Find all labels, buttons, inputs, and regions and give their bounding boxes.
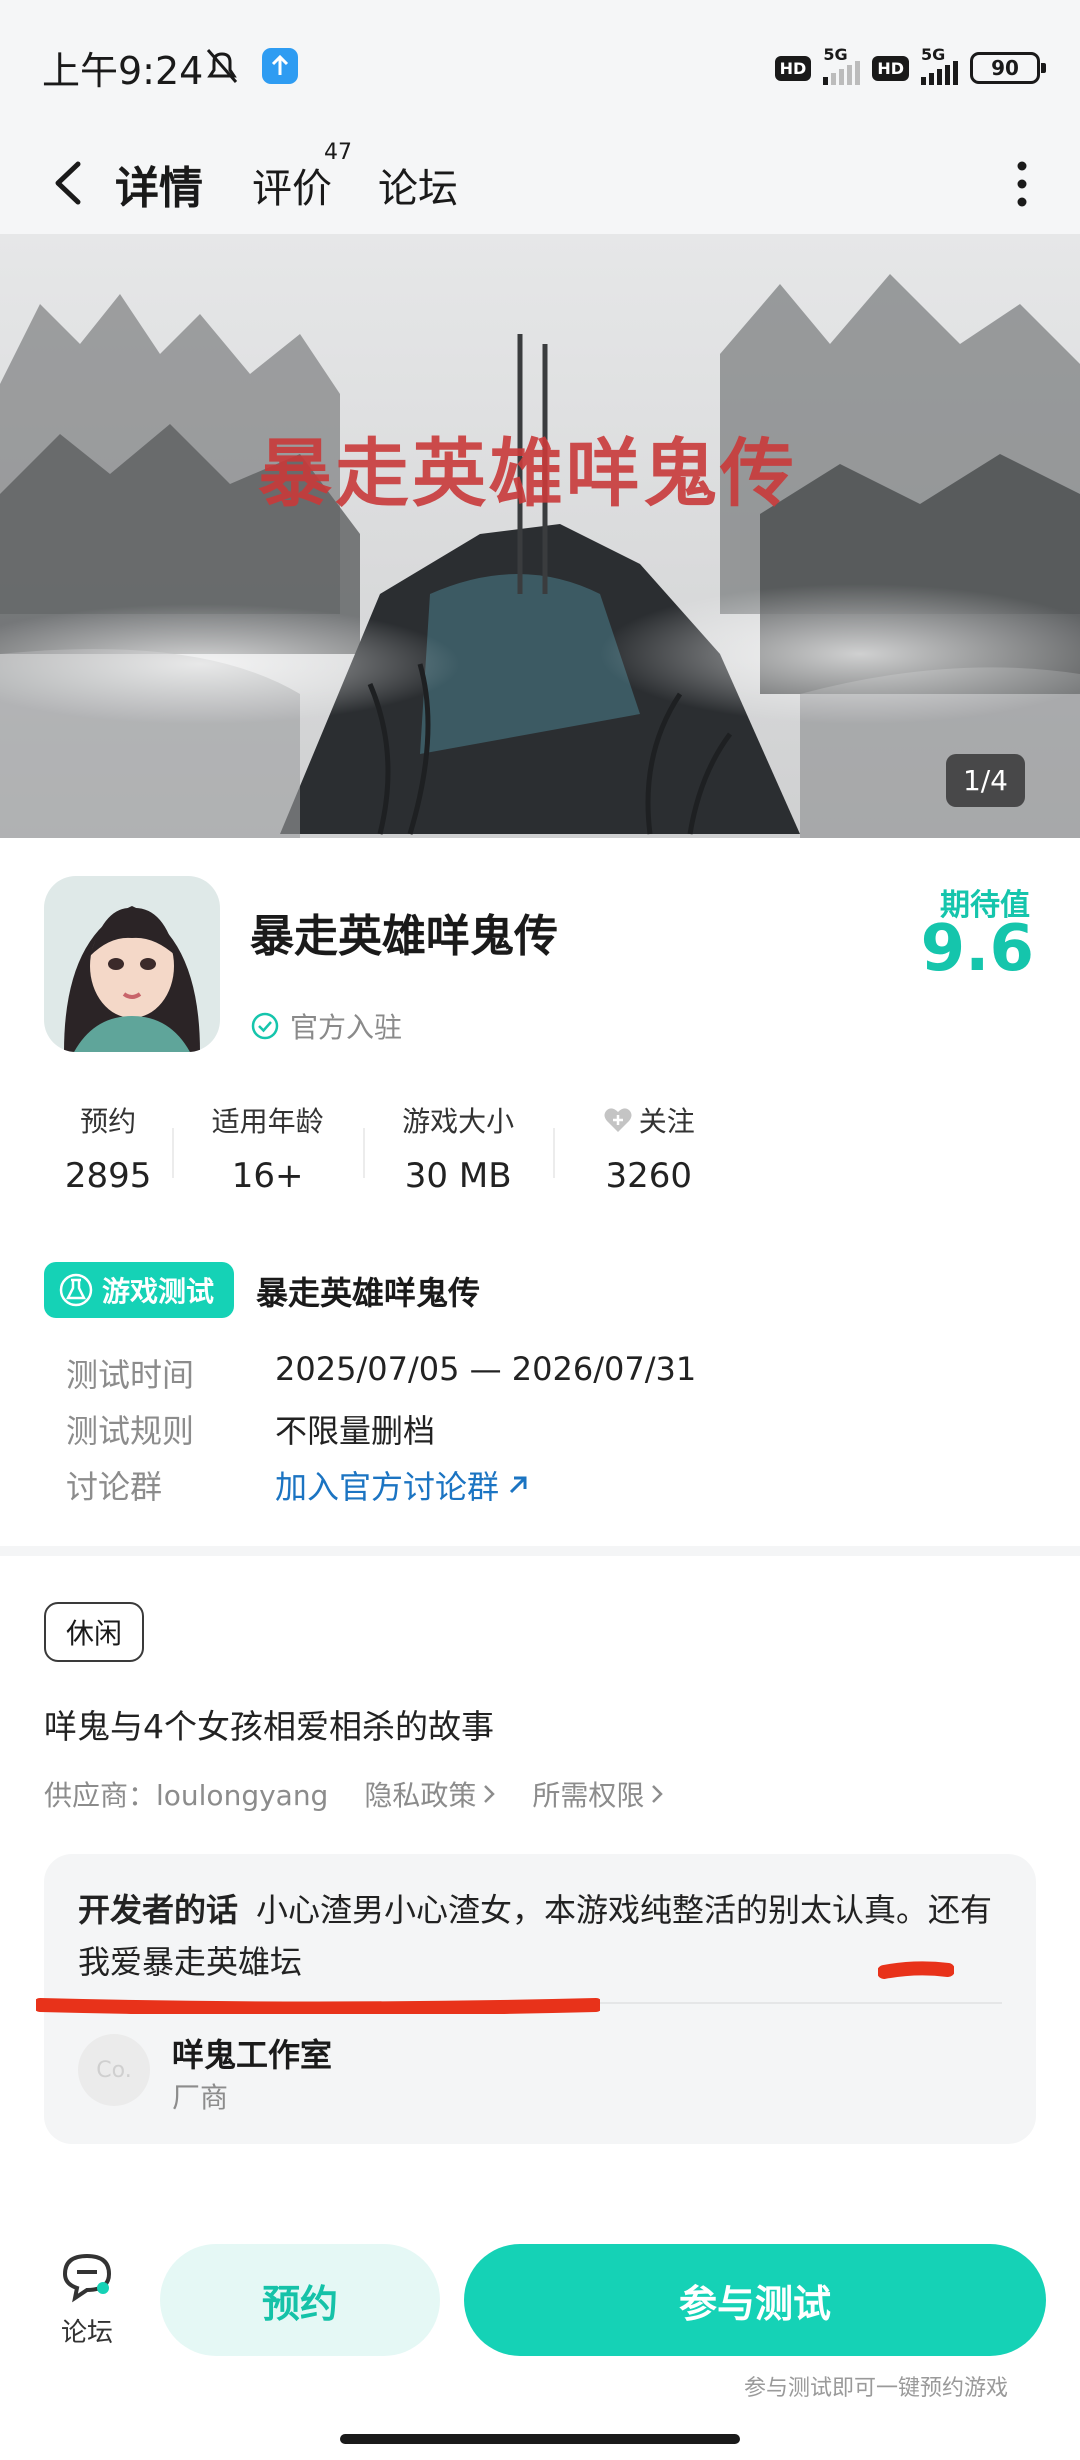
forum-button[interactable]: 论坛	[52, 2248, 122, 2349]
permissions-link[interactable]: 所需权限	[532, 1774, 664, 1814]
test-rule-value: 不限量删档	[275, 1412, 436, 1450]
hd-badge: HD	[872, 55, 909, 81]
signal-icon: 5G	[921, 45, 958, 85]
ink-landscape-image	[0, 234, 1080, 838]
test-time-value: 2025/07/05 — 2026/07/31	[275, 1350, 697, 1388]
red-underline-annotation	[36, 1998, 600, 2014]
studio-name[interactable]: 咩鬼工作室	[172, 2030, 332, 2076]
status-bar: 上午9:24 HD 5G HD 5G 90	[0, 0, 1080, 130]
bottom-action-bar: 论坛 预约 参与测试 参与测试即可一键预约游戏	[0, 2220, 1080, 2460]
verified-check-icon	[251, 1012, 279, 1040]
signal-icon: 5G	[823, 45, 861, 85]
test-time-label: 测试时间	[66, 1356, 195, 1394]
bell-muted-icon	[206, 49, 238, 83]
top-nav: 详情 评价 47 论坛	[0, 130, 1080, 234]
tab-forum[interactable]: 论坛	[378, 156, 458, 214]
status-time: 上午9:24	[42, 49, 204, 93]
reserve-button[interactable]: 预约	[160, 2244, 440, 2356]
join-test-hint: 参与测试即可一键预约游戏	[743, 2376, 1008, 2401]
heart-plus-icon	[604, 1108, 632, 1132]
home-indicator[interactable]	[340, 2434, 740, 2444]
privacy-policy-link[interactable]: 隐私政策	[364, 1774, 496, 1814]
stat-age-rating: 适用年龄 16+	[172, 1100, 363, 1200]
official-badge: 官方入驻	[250, 1006, 402, 1046]
status-indicators: HD 5G HD 5G 90	[774, 45, 1046, 88]
banner-title: 暴走英雄咩鬼传	[258, 431, 797, 517]
expect-score: 9.6	[920, 912, 1034, 986]
forum-chat-icon	[62, 2253, 112, 2303]
back-arrow-icon[interactable]	[50, 160, 86, 206]
stat-game-size: 游戏大小 30 MB	[362, 1100, 554, 1200]
supplier-line: 供应商：loulongyang 隐私政策 所需权限	[44, 1774, 664, 1814]
hd-badge: HD	[774, 55, 812, 81]
chevron-right-icon	[484, 1785, 496, 1803]
review-count-badge: 47	[324, 140, 352, 165]
game-description: 咩鬼与4个女孩相爱相杀的故事	[44, 1707, 494, 1746]
section-divider	[0, 1546, 1080, 1556]
stat-follow[interactable]: 关注 3260	[553, 1100, 744, 1200]
test-flask-icon	[59, 1273, 93, 1307]
developer-message: 开发者的话 小心渣男小心渣女，本游戏纯整活的别太认真。还有我爱暴走英雄坛	[78, 1891, 993, 1981]
join-test-button[interactable]: 参与测试	[464, 2244, 1046, 2356]
studio-avatar: Co.	[78, 2034, 150, 2106]
screenshot-carousel[interactable]: 暴走英雄咩鬼传 1/4	[0, 234, 1080, 838]
app-name: 暴走英雄咩鬼传	[250, 911, 558, 962]
external-arrow-icon	[509, 1476, 527, 1494]
notification-app-icon	[262, 48, 298, 84]
app-icon	[44, 876, 220, 1052]
red-mark-annotation	[878, 1961, 954, 1979]
battery-icon: 90	[970, 52, 1046, 84]
studio-role: 厂商	[172, 2081, 229, 2114]
page-indicator: 1/4	[945, 754, 1025, 807]
stats-row: 预约 2895 适用年龄 16+ 游戏大小 30 MB 关注 3260	[44, 1100, 744, 1200]
chevron-right-icon	[652, 1785, 664, 1803]
test-game-name: 暴走英雄咩鬼传	[256, 1274, 481, 1312]
game-test-badge: 游戏测试	[44, 1262, 234, 1318]
join-group-link[interactable]: 加入官方讨论群	[275, 1462, 531, 1508]
genre-tag[interactable]: 休闲	[44, 1602, 145, 1662]
discussion-group-label: 讨论群	[66, 1468, 163, 1506]
supplier-text: 供应商：loulongyang	[44, 1779, 329, 1812]
stat-reservations: 预约 2895	[64, 1105, 152, 1196]
tab-detail[interactable]: 详情	[109, 152, 209, 220]
test-rule-label: 测试规则	[66, 1412, 195, 1450]
tab-review[interactable]: 评价 47	[252, 140, 352, 214]
more-vertical-icon[interactable]	[1016, 156, 1028, 212]
